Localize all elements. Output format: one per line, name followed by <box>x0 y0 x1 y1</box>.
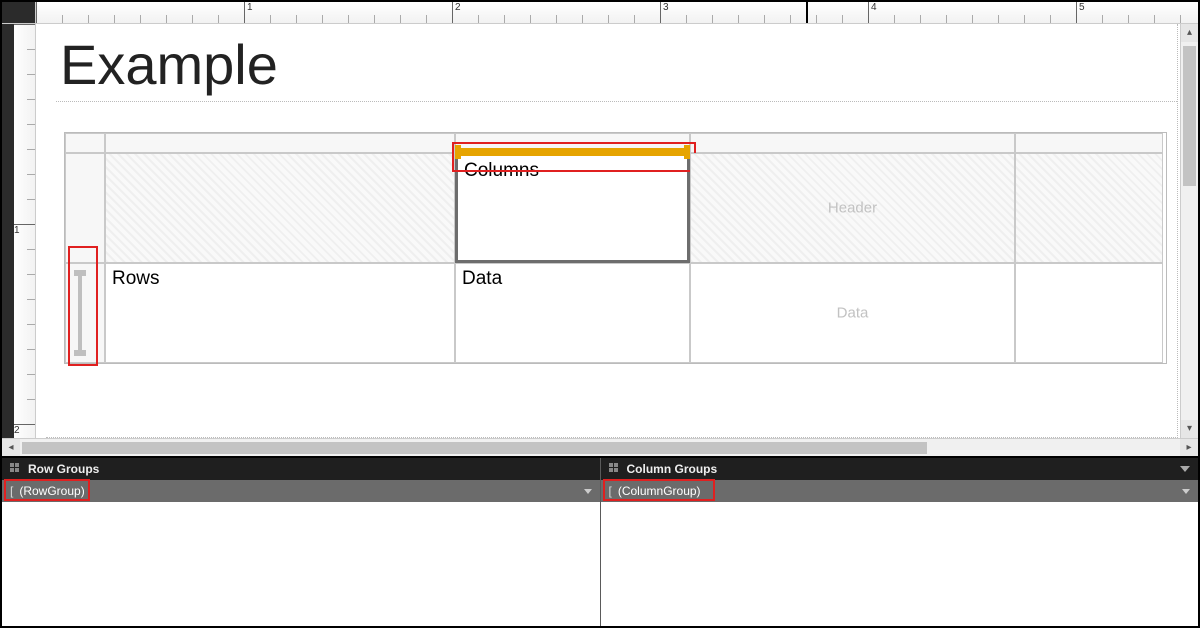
cell-label: Data <box>462 268 502 290</box>
row-group-item[interactable]: [ (RowGroup) <box>2 480 600 502</box>
chevron-down-icon[interactable] <box>584 489 592 494</box>
tablix-corner-cell[interactable] <box>105 153 455 263</box>
data-cell[interactable]: Data <box>455 263 690 363</box>
row-groups-body[interactable] <box>2 502 600 626</box>
header-label: Row Groups <box>28 462 99 476</box>
rows-group-cell[interactable]: Rows <box>105 263 455 363</box>
column-group-indicator <box>458 148 687 156</box>
data-placeholder-cell[interactable]: Data <box>690 263 1015 363</box>
group-item-label: (RowGroup) <box>19 484 84 498</box>
row-group-indicator <box>74 264 88 362</box>
row-groups-panel: Row Groups [ (RowGroup) <box>2 458 601 626</box>
scroll-thumb[interactable] <box>1183 46 1196 186</box>
vertical-scrollbar[interactable]: ▴ ▾ <box>1180 24 1198 438</box>
row-handle[interactable] <box>65 153 105 263</box>
horizontal-ruler[interactable]: 12345 <box>36 2 1198 23</box>
ghost-label: Data <box>691 305 1014 322</box>
cell-label: Rows <box>112 268 160 290</box>
tablix-corner-handle[interactable] <box>65 133 105 153</box>
header-placeholder-cell[interactable]: Header <box>690 153 1015 263</box>
chevron-down-icon[interactable] <box>1182 489 1190 494</box>
column-groups-panel: Column Groups [ (ColumnGroup) <box>601 458 1199 626</box>
bracket-icon: [ <box>10 484 13 498</box>
report-title[interactable]: Example <box>56 24 1177 102</box>
ruler-row: 12345 <box>2 2 1198 24</box>
bracket-icon: [ <box>609 484 612 498</box>
grid-icon <box>10 463 22 475</box>
column-handle[interactable] <box>1015 133 1163 153</box>
column-groups-body[interactable] <box>601 502 1199 626</box>
grouping-pane: Row Groups [ (RowGroup) Column Groups [ … <box>2 456 1198 626</box>
grid-icon <box>609 463 621 475</box>
scroll-left-button[interactable]: ◂ <box>2 439 20 457</box>
column-groups-header[interactable]: Column Groups <box>601 458 1199 480</box>
scroll-down-button[interactable]: ▾ <box>1181 420 1198 438</box>
column-group-item[interactable]: [ (ColumnGroup) <box>601 480 1199 502</box>
scroll-right-button[interactable]: ▸ <box>1180 439 1198 457</box>
header-label: Column Groups <box>627 462 718 476</box>
ruler-corner <box>2 2 36 23</box>
chevron-down-icon[interactable] <box>1180 466 1190 472</box>
header-extra-cell[interactable] <box>1015 153 1163 263</box>
horizontal-scrollbar[interactable]: ◂ ▸ <box>2 438 1198 456</box>
page-break-marker[interactable] <box>806 2 808 23</box>
row-handle[interactable] <box>65 263 105 363</box>
scroll-thumb[interactable] <box>22 442 927 454</box>
ghost-label: Header <box>691 200 1014 217</box>
data-extra-cell[interactable] <box>1015 263 1163 363</box>
column-handle[interactable] <box>105 133 455 153</box>
scroll-up-button[interactable]: ▴ <box>1181 24 1198 42</box>
design-canvas[interactable]: Example Columns <box>46 24 1178 438</box>
columns-group-cell[interactable]: Columns <box>455 153 690 263</box>
row-groups-header[interactable]: Row Groups <box>2 458 600 480</box>
vertical-ruler[interactable]: 123 <box>14 24 36 438</box>
ruler-gutter <box>2 24 14 438</box>
cell-label: Columns <box>464 160 539 182</box>
group-item-label: (ColumnGroup) <box>618 484 701 498</box>
matrix-tablix[interactable]: Columns Header <box>64 132 1167 364</box>
column-handle[interactable] <box>690 133 1015 153</box>
